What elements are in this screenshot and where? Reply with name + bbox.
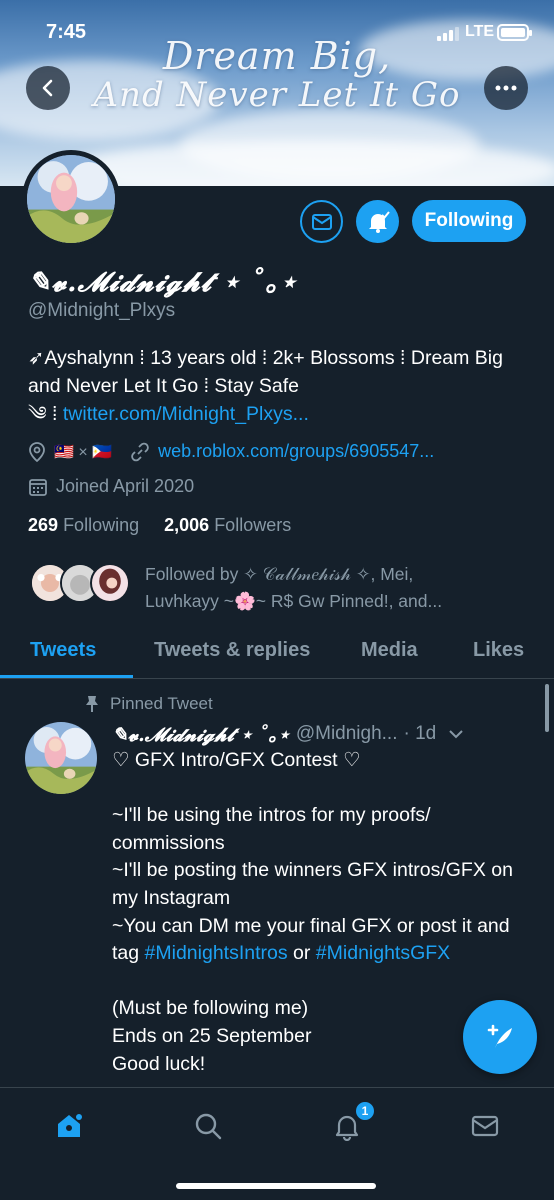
profile-joined-row: Joined April 2020 <box>28 476 194 497</box>
profile-tabs: Tweets Tweets & replies Media Likes <box>0 625 554 679</box>
status-bar: 7:45 LTE <box>0 0 554 60</box>
envelope-icon <box>311 213 332 230</box>
tweet-avatar-image <box>25 722 97 794</box>
bio-link-prefix: ༄ ⁞ <box>28 403 63 425</box>
hashtag-midnightsintros[interactable]: #MidnightsIntros <box>145 942 288 964</box>
chevron-left-icon <box>42 79 53 97</box>
bio-link[interactable]: twitter.com/Midnight_Plxys... <box>63 403 309 425</box>
profile-website[interactable]: web.roblox.com/groups/6905547... <box>158 441 434 462</box>
profile-name: ✎𝓿.𝓜𝓲𝓭𝓷𝓲𝓰𝓱𝓽 ⋆ ˚｡⋆ <box>28 267 298 298</box>
following-count: 269 <box>28 515 59 535</box>
tab-tweets[interactable]: Tweets <box>30 639 96 662</box>
home-icon <box>58 1114 82 1137</box>
tweet-line: ~You can DM me your final GFX or post it… <box>112 913 532 968</box>
link-icon <box>131 442 149 461</box>
signal-icon <box>437 27 463 41</box>
tab-media[interactable]: Media <box>361 639 418 662</box>
tweet-timestamp: · 1d <box>403 722 437 744</box>
follow-counts: 269 Following 2,006 Followers <box>28 515 291 536</box>
bell-check-icon <box>368 210 390 233</box>
followed-by[interactable]: Followed by ✧ 𝒞𝒶𝓁𝓁𝓂𝑒𝒽𝒾𝓈𝒽 ✧, Mei, Luvhkay… <box>30 561 550 621</box>
profile-meta-row: 🇲🇾 × 🇵🇭 web.roblox.com/groups/6905547... <box>28 441 434 462</box>
followers-count: 2,006 <box>164 515 210 535</box>
nav-search[interactable] <box>190 1108 226 1144</box>
profile-bio: ➶Ayshalynn ⁞ 13 years old ⁞ 2k+ Blossoms… <box>28 344 533 428</box>
tweet-line: ~I'll be using the intros for my proofs/… <box>112 804 431 854</box>
compose-tweet-button[interactable] <box>463 1000 537 1074</box>
location-pin-icon <box>29 441 45 462</box>
tweet-author-name[interactable]: ✎𝓿.𝓜𝓲𝓭𝓷𝓲𝓰𝓱𝓽 ⋆ ˚｡⋆ <box>112 720 290 747</box>
hashtag-midnightsgfx[interactable]: #MidnightsGFX <box>316 942 450 964</box>
profile-location: 🇲🇾 × 🇵🇭 <box>54 443 113 461</box>
home-indicator <box>176 1183 376 1189</box>
tab-tweets-replies[interactable]: Tweets & replies <box>154 639 310 662</box>
status-time: 7:45 <box>46 21 87 43</box>
network-type: LTE <box>465 23 495 40</box>
search-icon <box>195 1113 222 1140</box>
profile-joined: Joined April 2020 <box>56 476 195 496</box>
tweet-line-or: or <box>287 942 316 965</box>
tab-likes[interactable]: Likes <box>473 639 524 662</box>
scrollbar[interactable] <box>545 684 549 732</box>
following-count-link[interactable]: 269 Following <box>28 515 139 535</box>
follower-avatar <box>90 563 130 603</box>
more-options-button[interactable] <box>484 66 528 110</box>
back-button[interactable] <box>26 66 70 110</box>
chevron-down-icon[interactable] <box>448 728 464 740</box>
following-button[interactable]: Following <box>412 200 526 242</box>
followers-count-link[interactable]: 2,006 Followers <box>164 515 291 535</box>
message-button[interactable] <box>300 200 343 243</box>
bio-text: ➶Ayshalynn ⁞ 13 years old ⁞ 2k+ Blossoms… <box>28 347 503 397</box>
calendar-icon <box>29 478 47 496</box>
nav-messages[interactable] <box>467 1108 503 1144</box>
pinned-tweet-label: Pinned Tweet <box>84 694 213 714</box>
pin-icon <box>86 696 98 712</box>
notifications-toggle-button[interactable] <box>356 200 399 243</box>
followers-label: Followers <box>214 515 292 535</box>
compose-feather-icon <box>487 1024 512 1048</box>
avatar-image <box>27 155 115 243</box>
profile-handle: @Midnight_Plxys <box>28 300 176 321</box>
battery-icon <box>497 24 532 41</box>
profile-avatar[interactable] <box>22 150 120 248</box>
following-label: Following <box>63 515 140 535</box>
tweet-line: ♡ GFX Intro/GFX Contest ♡ <box>112 749 361 771</box>
tweet-author-handle: @Midnigh... <box>295 722 398 744</box>
pinned-label: Pinned Tweet <box>110 694 213 713</box>
notification-badge: 1 <box>354 1100 376 1122</box>
active-tab-indicator <box>0 675 133 678</box>
tweet-line: ~I'll be posting the winners GFX intros/… <box>112 859 513 909</box>
followed-by-text: Followed by ✧ 𝒞𝒶𝓁𝓁𝓂𝑒𝒽𝒾𝓈𝒽 ✧, Mei, Luvhkay… <box>145 564 443 611</box>
envelope-icon <box>471 1115 499 1137</box>
tweet-header: ✎𝓿.𝓜𝓲𝓭𝓷𝓲𝓰𝓱𝓽 ⋆ ˚｡⋆ @Midnigh... · 1d <box>112 720 532 747</box>
banner-text-line2: And Never Let It Go <box>93 75 461 115</box>
nav-home[interactable] <box>51 1108 87 1144</box>
tweet-author-avatar[interactable] <box>25 722 97 794</box>
more-dots-icon <box>495 85 517 91</box>
